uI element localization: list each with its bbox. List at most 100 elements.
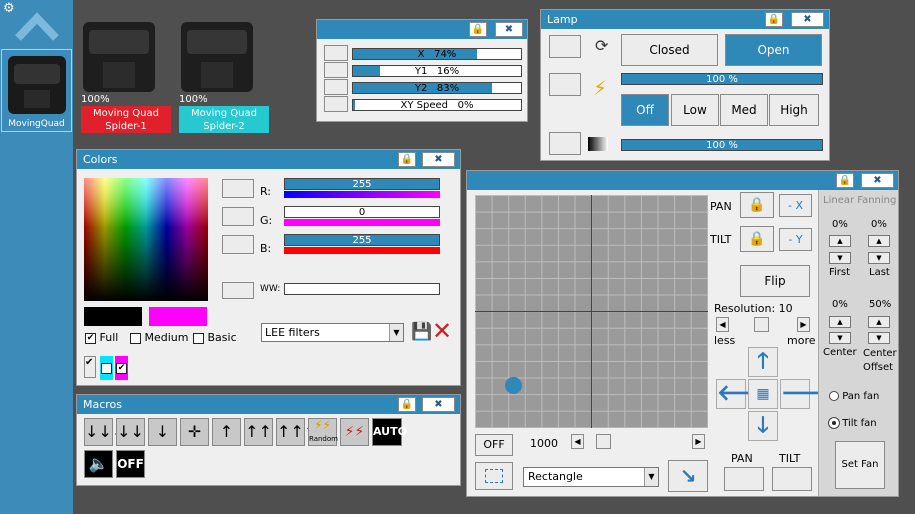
select-area-button[interactable] xyxy=(475,462,513,490)
macro-random[interactable]: ⚡⚡ Random xyxy=(308,418,338,446)
center-icon[interactable]: ▦ xyxy=(748,379,778,409)
lock-icon[interactable]: 🔒 xyxy=(398,397,416,412)
pan-lock-button[interactable]: 🔒 xyxy=(740,192,774,218)
direction-button[interactable]: ↘ xyxy=(668,460,708,492)
xy-speed-slider[interactable]: XY Speed 0% xyxy=(352,99,522,111)
resolution-slider[interactable]: ◀ ▶ xyxy=(716,317,812,333)
collapse-up-icon[interactable] xyxy=(14,8,60,42)
last-up-button[interactable]: ▲ xyxy=(868,235,890,247)
slider-button[interactable] xyxy=(324,96,348,112)
arrow-left-icon[interactable]: 🡐 xyxy=(716,379,776,409)
center-down-button[interactable]: ▼ xyxy=(829,332,851,344)
g-slider[interactable]: 0 xyxy=(284,206,440,218)
full-checkbox[interactable]: ✔ xyxy=(85,332,96,344)
slider-thumb[interactable] xyxy=(754,317,769,332)
close-icon[interactable]: ✖ xyxy=(422,152,455,167)
off-button[interactable]: OFF xyxy=(475,434,513,456)
y2-slider[interactable]: Y2 83% xyxy=(352,82,522,94)
power-off-button[interactable]: Off xyxy=(621,94,669,126)
first-up-button[interactable]: ▲ xyxy=(829,235,851,247)
macro-off[interactable]: OFF xyxy=(116,450,145,478)
invert-y-button[interactable]: - Y xyxy=(779,228,812,251)
tilt-value-button[interactable] xyxy=(772,467,812,491)
fixture-card-1[interactable]: 100% Moving Quad Spider-1 xyxy=(81,22,171,133)
macro-converge[interactable]: ✛ xyxy=(180,418,209,446)
shutter-button[interactable] xyxy=(549,35,581,58)
closed-button[interactable]: Closed xyxy=(621,34,718,66)
macro-double-down[interactable]: ↓↓ xyxy=(116,418,145,446)
slider-button[interactable] xyxy=(324,62,348,78)
macro-triple-down[interactable]: ↓↓↓ xyxy=(84,418,125,446)
color-picker[interactable] xyxy=(84,178,208,301)
macro-auto[interactable]: AUTO xyxy=(372,418,407,446)
macro-strobe-lightning[interactable]: ⚡⚡ xyxy=(340,418,369,446)
gear-icon[interactable]: ⚙ xyxy=(3,1,15,16)
set-fan-button[interactable]: Set Fan xyxy=(835,441,885,489)
last-down-button[interactable]: ▼ xyxy=(868,252,890,264)
macro-double-up[interactable]: ↑↑ xyxy=(244,418,273,446)
slider-button[interactable] xyxy=(324,79,348,95)
arrow-left-icon[interactable]: ◀ xyxy=(571,434,584,449)
arrow-right-icon[interactable]: ▶ xyxy=(692,434,705,449)
invert-x-button[interactable]: - X xyxy=(779,194,812,217)
tilt-fan-option[interactable]: Tilt fan xyxy=(828,417,877,429)
slider-button[interactable] xyxy=(324,45,348,61)
basic-checkbox[interactable] xyxy=(193,332,204,344)
arrow-up-icon[interactable]: 🡑 xyxy=(748,347,778,377)
filter-select[interactable]: LEE filters ▼ xyxy=(261,323,404,342)
full-option[interactable]: ✔ Full xyxy=(85,331,118,344)
center-up-button[interactable]: ▲ xyxy=(829,316,851,328)
x-slider[interactable]: X 74% xyxy=(352,48,522,60)
b-button[interactable] xyxy=(222,235,254,254)
macro-sound[interactable]: 🔈 xyxy=(84,450,113,478)
save-icon[interactable]: 💾 xyxy=(411,322,432,342)
lock-icon[interactable]: 🔒 xyxy=(765,12,783,27)
position-marker[interactable] xyxy=(505,377,522,394)
strobe-slider[interactable]: 100 % xyxy=(621,73,823,85)
tilt-fan-radio[interactable] xyxy=(828,417,840,429)
panel-titlebar[interactable]: Lamp xyxy=(541,10,829,29)
b-slider[interactable]: 255 xyxy=(284,234,440,246)
close-icon[interactable]: ✖ xyxy=(495,22,523,37)
r-slider[interactable]: 255 xyxy=(284,178,440,190)
shape-select[interactable]: Rectangle ▼ xyxy=(523,467,659,487)
y1-slider[interactable]: Y1 16% xyxy=(352,65,522,77)
dimmer-button[interactable] xyxy=(549,132,581,155)
cyan-checkbox-tile[interactable] xyxy=(100,356,113,380)
ww-button[interactable] xyxy=(222,282,254,299)
first-down-button[interactable]: ▼ xyxy=(829,252,851,264)
medium-checkbox[interactable] xyxy=(130,332,141,344)
offset-down-button[interactable]: ▼ xyxy=(868,332,890,344)
lock-icon[interactable]: 🔒 xyxy=(836,173,854,188)
arrow-down-icon[interactable]: 🡓 xyxy=(748,411,778,441)
flip-button[interactable]: Flip xyxy=(740,265,810,297)
macro-triple-up[interactable]: ↑↑↑ xyxy=(276,418,317,446)
arrow-right-icon[interactable]: ▶ xyxy=(797,317,810,332)
open-button[interactable]: Open xyxy=(725,34,822,66)
dimmer-slider[interactable]: 100 % xyxy=(621,139,823,151)
macro-single-down[interactable]: ↓ xyxy=(148,418,177,446)
slider-thumb[interactable] xyxy=(596,434,611,449)
close-icon[interactable]: ✖ xyxy=(861,173,894,188)
magenta-checkbox-tile[interactable]: ✔ xyxy=(115,356,128,380)
pan-value-button[interactable] xyxy=(724,467,764,491)
fixture-card-2[interactable]: 100% Moving Quad Spider-2 xyxy=(179,22,269,133)
arrow-left-icon[interactable]: ◀ xyxy=(716,317,729,332)
offset-up-button[interactable]: ▲ xyxy=(868,316,890,328)
pan-fan-option[interactable]: Pan fan xyxy=(829,391,879,402)
position-grid[interactable] xyxy=(475,195,708,428)
close-icon[interactable]: ✖ xyxy=(422,397,455,412)
power-low-button[interactable]: Low xyxy=(671,94,719,126)
strobe-button[interactable] xyxy=(549,73,581,96)
macro-single-up[interactable]: ↑ xyxy=(212,418,241,446)
arrow-right-icon[interactable]: 🡒 xyxy=(780,379,840,409)
delete-icon[interactable]: ✕ xyxy=(432,317,452,345)
medium-option[interactable]: Medium xyxy=(130,331,188,344)
r-button[interactable] xyxy=(222,179,254,198)
panel-titlebar[interactable] xyxy=(467,171,898,190)
power-high-button[interactable]: High xyxy=(769,94,819,126)
speed-slider[interactable]: ◀ ▶ xyxy=(571,434,709,450)
sidebar-fixture-item[interactable]: MovingQuad xyxy=(1,49,72,132)
lock-icon[interactable]: 🔒 xyxy=(469,22,487,37)
ww-slider[interactable] xyxy=(284,283,440,295)
